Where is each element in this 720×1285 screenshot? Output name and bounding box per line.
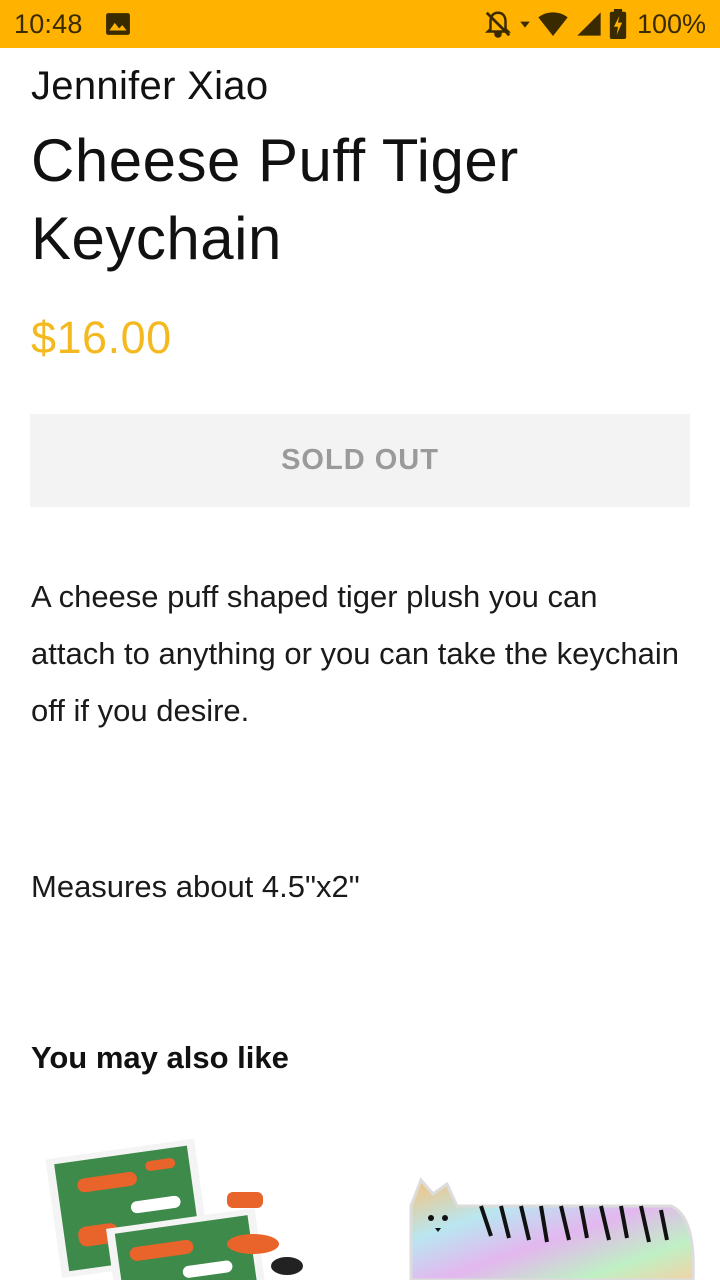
product-price: $16.00 <box>31 312 172 363</box>
image-notification-icon <box>105 11 131 37</box>
product-title: Cheese Puff Tiger Keychain <box>31 127 519 272</box>
holographic-tiger-sticker-image[interactable] <box>401 1176 701 1282</box>
battery-percent: 100% <box>636 8 706 39</box>
cell-signal-icon <box>575 10 603 38</box>
status-time: 10:48 <box>14 8 83 39</box>
product-measures: Measures about 4.5"x2" <box>31 869 360 904</box>
you-may-also-like-heading: You may also like <box>31 1040 289 1075</box>
bell-off-icon <box>483 9 513 39</box>
data-arrow-icon <box>519 18 531 30</box>
sold-out-button[interactable]: SOLD OUT <box>30 414 690 507</box>
product-description: A cheese puff shaped tiger plush you can… <box>31 579 679 728</box>
wifi-icon <box>537 10 569 38</box>
status-bar: 10:48 100% <box>0 0 720 48</box>
vendor-name: Jennifer Xiao <box>31 64 269 108</box>
battery-icon <box>609 9 627 39</box>
tiger-sticker-sheets-image[interactable] <box>31 1128 321 1285</box>
